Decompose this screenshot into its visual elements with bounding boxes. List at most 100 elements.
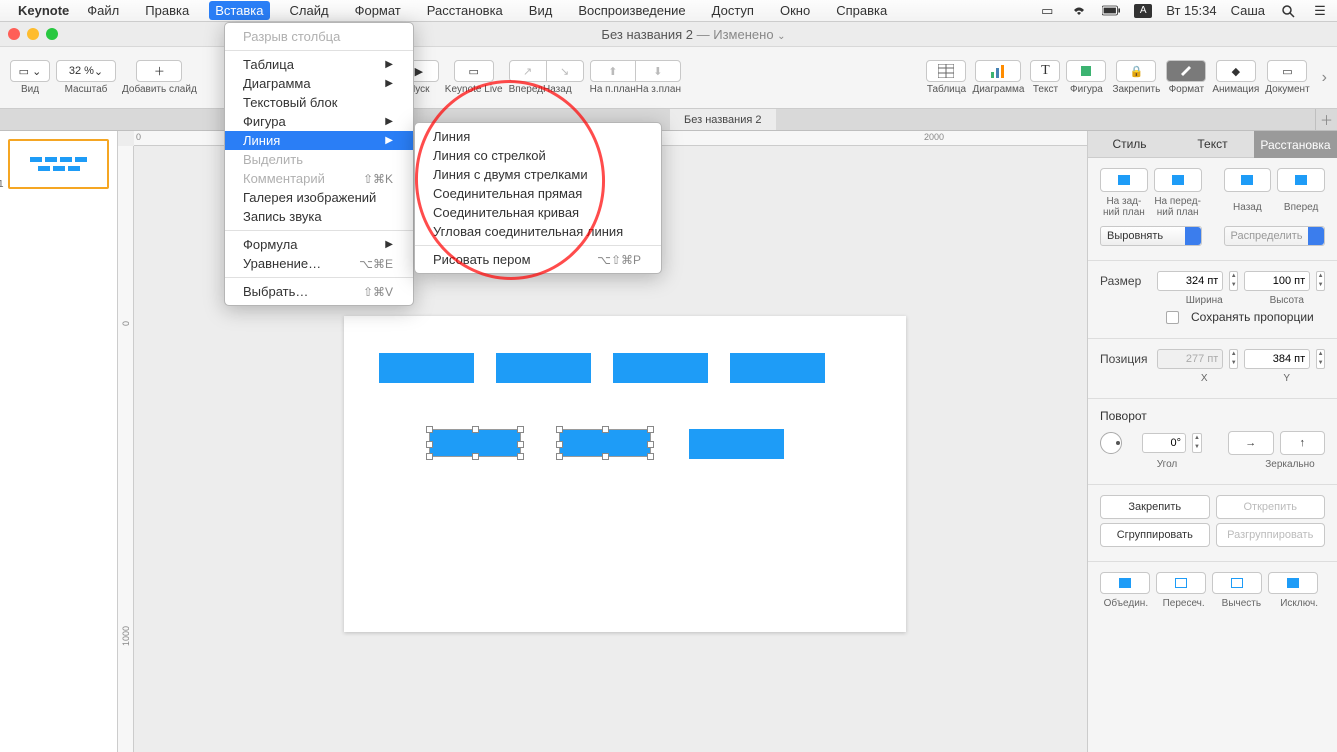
format-button[interactable] <box>1166 60 1206 82</box>
animation-button[interactable]: ◆ <box>1216 60 1256 82</box>
x-input[interactable] <box>1157 349 1223 369</box>
forward-one-button[interactable] <box>1277 168 1325 192</box>
zoom-select[interactable]: 32 % ⌄ <box>56 60 116 82</box>
submenu-line[interactable]: Линия <box>415 127 661 146</box>
menu-choose[interactable]: Выбрать…⇧⌘V <box>225 282 413 301</box>
shape-selected[interactable] <box>559 429 651 457</box>
angle-input[interactable] <box>1142 433 1186 453</box>
intersect-button[interactable] <box>1156 572 1206 594</box>
chart-button[interactable] <box>975 60 1021 82</box>
lang-icon[interactable]: А <box>1134 4 1152 18</box>
search-icon[interactable] <box>1279 4 1297 18</box>
submenu-connect-straight[interactable]: Соединительная прямая <box>415 184 661 203</box>
rotation-wheel[interactable] <box>1100 432 1122 454</box>
menu-equation[interactable]: Уравнение…⌥⌘E <box>225 254 413 273</box>
battery-icon[interactable] <box>1102 4 1120 18</box>
width-input[interactable] <box>1157 271 1223 291</box>
line-submenu[interactable]: Линия Линия со стрелкой Линия с двумя ст… <box>414 122 662 274</box>
insert-menu[interactable]: Разрыв столбца Таблица▶ Диаграмма▶ Текст… <box>224 22 414 306</box>
wifi-icon[interactable] <box>1070 4 1088 18</box>
menu-line[interactable]: Линия▶ <box>225 131 413 150</box>
traffic-lights[interactable] <box>8 28 58 40</box>
shape-button[interactable] <box>1066 60 1106 82</box>
airplay-icon[interactable]: ▭ <box>1038 4 1056 18</box>
forward-button[interactable]: ↗ <box>509 60 547 82</box>
group-btn[interactable]: Сгруппировать <box>1100 523 1210 547</box>
menu-shape[interactable]: Фигура▶ <box>225 112 413 131</box>
add-slide-button[interactable]: ＋ <box>136 60 182 82</box>
submenu-connect-angle[interactable]: Угловая соединительная линия <box>415 222 661 241</box>
flip-v-button[interactable]: ↑ <box>1280 431 1326 455</box>
menu-view[interactable]: Вид <box>523 1 559 20</box>
new-tab-button[interactable]: ＋ <box>1315 109 1337 130</box>
menu-edit[interactable]: Правка <box>139 1 195 20</box>
text-button[interactable]: T <box>1030 60 1060 82</box>
shape[interactable] <box>379 353 474 383</box>
menu-table[interactable]: Таблица▶ <box>225 55 413 74</box>
close-window[interactable] <box>8 28 20 40</box>
menu-format[interactable]: Формат <box>349 1 407 20</box>
menu-textbox[interactable]: Текстовый блок <box>225 93 413 112</box>
slide-canvas[interactable] <box>344 316 906 632</box>
shape-selected[interactable] <box>429 429 521 457</box>
y-stepper[interactable]: ▲▼ <box>1316 349 1325 369</box>
menu-gallery[interactable]: Галерея изображений <box>225 188 413 207</box>
shape[interactable] <box>496 353 591 383</box>
tab-text[interactable]: Текст <box>1171 131 1254 158</box>
submenu-line-arrow[interactable]: Линия со стрелкой <box>415 146 661 165</box>
tab-style[interactable]: Стиль <box>1088 131 1171 158</box>
angle-stepper[interactable]: ▲▼ <box>1192 433 1202 453</box>
unite-button[interactable] <box>1100 572 1150 594</box>
tab-arrange[interactable]: Расстановка <box>1254 131 1337 158</box>
bring-to-front-button[interactable] <box>1154 168 1202 192</box>
menu-help[interactable]: Справка <box>830 1 893 20</box>
shape[interactable] <box>613 353 708 383</box>
x-stepper[interactable]: ▲▼ <box>1229 349 1238 369</box>
document-button[interactable]: ▭ <box>1267 60 1307 82</box>
width-stepper[interactable]: ▲▼ <box>1229 271 1238 291</box>
menu-file[interactable]: Файл <box>81 1 125 20</box>
doc-tab[interactable]: Без названия 2 <box>670 109 776 130</box>
shape[interactable] <box>730 353 825 383</box>
shape[interactable] <box>689 429 784 459</box>
view-button[interactable]: ▭ ⌄ <box>10 60 50 82</box>
lock-btn[interactable]: Закрепить <box>1100 495 1210 519</box>
app-name[interactable]: Keynote <box>18 3 69 18</box>
minimize-window[interactable] <box>27 28 39 40</box>
keep-ratio-checkbox[interactable] <box>1166 311 1179 324</box>
menu-chart[interactable]: Диаграмма▶ <box>225 74 413 93</box>
menu-window[interactable]: Окно <box>774 1 816 20</box>
lock-button[interactable]: 🔒 <box>1116 60 1156 82</box>
submenu-draw-pen[interactable]: Рисовать пером⌥⇧⌘P <box>415 250 661 269</box>
subtract-button[interactable] <box>1212 572 1262 594</box>
menu-share[interactable]: Доступ <box>706 1 760 20</box>
menu-slide[interactable]: Слайд <box>284 1 335 20</box>
align-select[interactable]: Выровнять <box>1100 226 1202 246</box>
height-input[interactable] <box>1244 271 1310 291</box>
keynote-live-button[interactable]: ▭ <box>454 60 494 82</box>
clock[interactable]: Вт 15:34 <box>1166 3 1216 18</box>
distribute-select[interactable]: Распределить <box>1224 226 1326 246</box>
to-front-button[interactable]: ⬆ <box>590 60 636 82</box>
menu-record-audio[interactable]: Запись звука <box>225 207 413 226</box>
height-stepper[interactable]: ▲▼ <box>1316 271 1325 291</box>
menu-formula[interactable]: Формула▶ <box>225 235 413 254</box>
to-back-button[interactable]: ⬇ <box>635 60 681 82</box>
submenu-connect-curve[interactable]: Соединительная кривая <box>415 203 661 222</box>
back-one-button[interactable] <box>1224 168 1272 192</box>
zoom-window[interactable] <box>46 28 58 40</box>
exclude-button[interactable] <box>1268 572 1318 594</box>
username[interactable]: Саша <box>1231 3 1265 18</box>
menu-play[interactable]: Воспроизведение <box>572 1 691 20</box>
table-button[interactable] <box>926 60 966 82</box>
menu-arrange[interactable]: Расстановка <box>421 1 509 20</box>
menu-icon[interactable]: ☰ <box>1311 4 1329 18</box>
back-button[interactable]: ↘ <box>546 60 584 82</box>
y-input[interactable] <box>1244 349 1310 369</box>
toolbar-overflow[interactable]: › <box>1322 69 1327 87</box>
send-to-back-button[interactable] <box>1100 168 1148 192</box>
slide-thumbnail[interactable]: 1 <box>8 139 109 189</box>
menu-insert[interactable]: Вставка <box>209 1 269 20</box>
submenu-line-double-arrow[interactable]: Линия с двумя стрелками <box>415 165 661 184</box>
flip-h-button[interactable]: → <box>1228 431 1274 455</box>
